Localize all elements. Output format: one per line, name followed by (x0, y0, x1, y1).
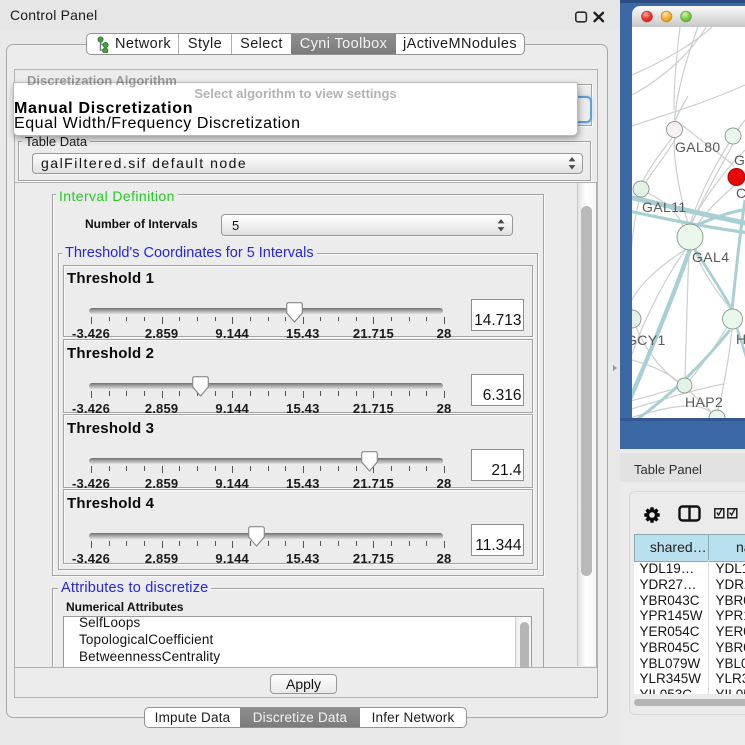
svg-text:GAL11: GAL11 (642, 199, 687, 215)
svg-text:H: H (736, 331, 745, 347)
svg-text:GCY1: GCY1 (632, 332, 666, 348)
svg-text:GA: GA (734, 152, 745, 168)
svg-text:HAP2: HAP2 (685, 394, 723, 410)
svg-text:GAL4: GAL4 (692, 249, 729, 265)
svg-text:C: C (736, 185, 745, 201)
svg-text:GAL80: GAL80 (675, 139, 721, 155)
